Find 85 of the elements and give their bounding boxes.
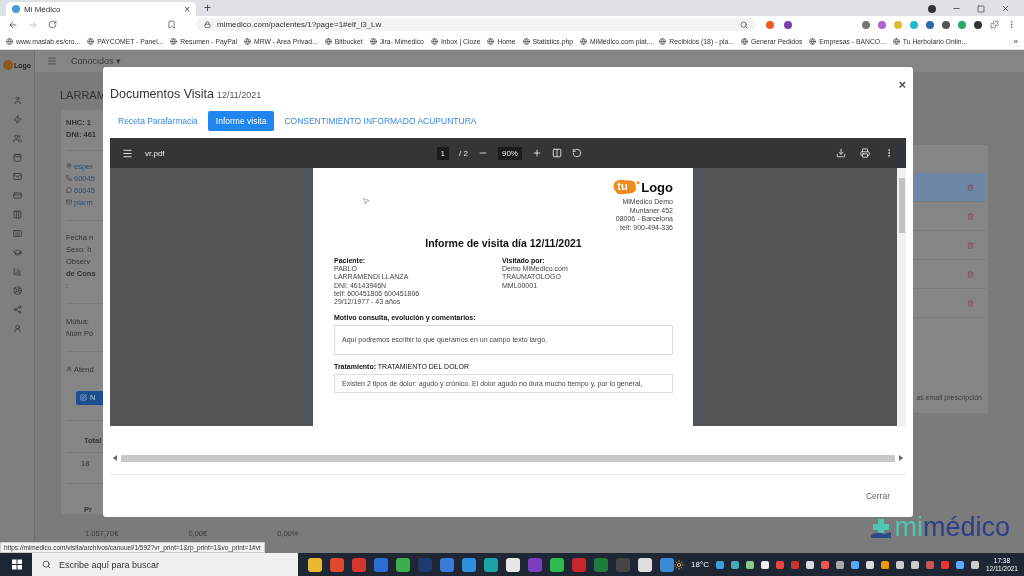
- scroll-right-icon[interactable]: [898, 455, 903, 461]
- close-button[interactable]: Cerrar: [859, 490, 896, 502]
- profile-icon[interactable]: [928, 4, 936, 13]
- scroll-left-icon[interactable]: [113, 455, 118, 461]
- extensions-icon[interactable]: [990, 20, 999, 29]
- dialog-title: Documentos Visita 12/11/2021: [110, 87, 262, 101]
- address-field[interactable]: mimedico.com/pacientes/1?page=1#elf_l3_Lw: [196, 18, 756, 31]
- close-window-icon[interactable]: [1001, 4, 1010, 13]
- app-icon[interactable]: [308, 557, 323, 572]
- tab[interactable]: CONSENTIMIENTO INFORMADO ACUPUNTURA: [276, 111, 485, 131]
- globe-icon: [369, 37, 377, 45]
- globe-icon: [324, 37, 332, 45]
- weather-icon: [674, 559, 685, 570]
- file-name: vr.pdf: [145, 148, 165, 158]
- tab[interactable]: Informe visita: [207, 111, 275, 131]
- lock-icon: [204, 21, 211, 28]
- search-field[interactable]: Escribe aquí para buscar: [32, 553, 299, 576]
- share-icon[interactable]: [12, 305, 22, 314]
- logo-text: Logo: [641, 179, 673, 195]
- cursor-icon: [362, 197, 370, 205]
- phone-icon: [66, 175, 72, 182]
- lightning-icon[interactable]: [12, 115, 22, 124]
- globe-icon: [809, 37, 817, 45]
- lifebuoy-icon[interactable]: [12, 286, 22, 295]
- person-icon[interactable]: [12, 324, 22, 333]
- graduation-cap-icon[interactable]: [12, 248, 22, 257]
- site-icon: [12, 5, 20, 13]
- page-count: / 2: [459, 148, 468, 158]
- windows-icon[interactable]: [12, 559, 23, 570]
- back-icon[interactable]: [8, 19, 18, 30]
- hand-cross-icon: [870, 516, 893, 539]
- more-bookmarks-button[interactable]: »: [1013, 36, 1018, 46]
- app-icon[interactable]: [638, 557, 653, 572]
- columns-icon[interactable]: [12, 210, 22, 219]
- print-icon[interactable]: [860, 148, 870, 158]
- brand-logo: mimédico: [870, 514, 1010, 541]
- card-icon[interactable]: [12, 191, 22, 200]
- bookmark-icon[interactable]: [167, 20, 176, 29]
- reload-icon[interactable]: [48, 20, 57, 29]
- browser-tab[interactable]: Mi Médico ×: [6, 2, 196, 16]
- envelope-icon: [66, 199, 72, 206]
- globe-icon: [6, 37, 13, 45]
- person-icon: [66, 366, 72, 373]
- globe-icon: [170, 37, 178, 45]
- user-icon[interactable]: [12, 96, 22, 105]
- globe-icon: [430, 37, 438, 45]
- mail-icon[interactable]: [12, 172, 22, 181]
- edit-icon: [80, 394, 87, 402]
- zoom-in-icon[interactable]: [531, 148, 542, 158]
- group-icon[interactable]: [12, 134, 22, 143]
- app-icon[interactable]: [550, 557, 565, 572]
- weather-text: 18°C: [691, 560, 709, 569]
- report-heading: Informe de visita día 12/11/2021: [424, 237, 583, 249]
- new-tab-button[interactable]: +: [204, 1, 211, 15]
- globe-icon: [892, 37, 900, 45]
- splash-icon: [612, 178, 641, 196]
- globe-icon: [522, 37, 530, 45]
- page-field[interactable]: 1: [436, 146, 450, 160]
- tab[interactable]: Receta Parafarmacia: [110, 111, 206, 131]
- search-icon: [42, 560, 52, 569]
- menu-icon[interactable]: [1007, 20, 1016, 29]
- globe-icon: [580, 37, 587, 45]
- keyboard-icon[interactable]: [12, 229, 22, 238]
- app-icon[interactable]: [396, 557, 411, 572]
- globe-icon: [740, 37, 748, 45]
- globe-icon: [487, 37, 495, 45]
- fit-page-icon[interactable]: [551, 148, 562, 158]
- globe-icon: [87, 37, 95, 45]
- globe-icon: [244, 37, 251, 45]
- globe-icon: [659, 37, 667, 45]
- calendar-icon[interactable]: [12, 153, 22, 162]
- rotate-icon[interactable]: [571, 148, 582, 158]
- app-icon[interactable]: [484, 557, 499, 572]
- download-icon[interactable]: [836, 148, 846, 158]
- close-button[interactable]: ×: [898, 77, 906, 92]
- logo-prefix: tu: [617, 179, 628, 193]
- zoom-icon: [740, 20, 748, 29]
- app-icon[interactable]: [506, 557, 521, 572]
- pin-icon: [66, 163, 72, 170]
- logo-icon: [2, 60, 13, 70]
- maximize-icon[interactable]: [977, 4, 985, 13]
- zoom-field[interactable]: 90%: [497, 146, 522, 160]
- chat-icon: [66, 187, 72, 194]
- menu-icon[interactable]: [122, 147, 133, 159]
- close-tab-button[interactable]: ×: [184, 3, 190, 15]
